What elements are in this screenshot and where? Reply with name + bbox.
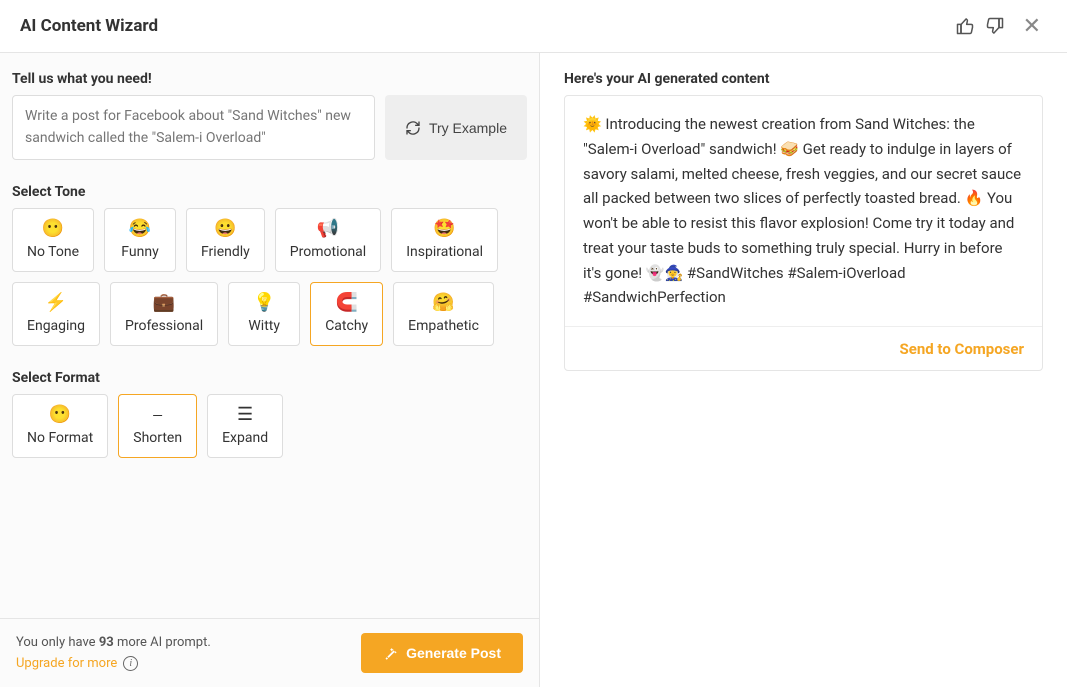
tone-section-label: Select Tone (12, 184, 527, 200)
tone-label: Inspirational (406, 244, 483, 260)
feedback-thumbs (951, 12, 1009, 40)
tone-label: Engaging (27, 318, 85, 334)
info-icon: i (123, 656, 138, 671)
try-example-button[interactable]: Try Example (385, 95, 527, 160)
format-option-expand[interactable]: ☰ Expand (207, 394, 283, 458)
tone-option-professional[interactable]: 💼 Professional (110, 282, 218, 346)
tone-option-empathetic[interactable]: 🤗 Empathetic (393, 282, 494, 346)
upgrade-label: Upgrade for more (16, 656, 117, 671)
prompt-count: 93 (99, 635, 114, 650)
format-label: Shorten (133, 430, 182, 446)
tone-label: Friendly (201, 244, 250, 260)
tone-option-engaging[interactable]: ⚡ Engaging (12, 282, 100, 346)
tone-emoji: ⚡ (45, 294, 67, 312)
tone-emoji: 🤩 (433, 220, 455, 238)
prompt-count-suffix: more AI prompt. (114, 635, 211, 650)
send-to-composer-button[interactable]: Send to Composer (900, 340, 1024, 358)
format-grid: 😶 No Format ⎯ Shorten ☰ Expand (12, 394, 527, 458)
try-example-label: Try Example (429, 120, 507, 136)
tone-option-friendly[interactable]: 😀 Friendly (186, 208, 265, 272)
tone-emoji: 📢 (317, 220, 339, 238)
generate-post-button[interactable]: Generate Post (361, 633, 523, 673)
page-title: AI Content Wizard (20, 16, 158, 36)
close-icon[interactable]: ✕ (1017, 15, 1047, 37)
tone-label: Witty (248, 318, 280, 334)
tone-grid: 😶 No Tone 😂 Funny 😀 Friendly 📢 Promotional 🤩 Insp… (12, 208, 527, 346)
tone-emoji: 🧲 (335, 294, 357, 312)
tone-option-funny[interactable]: 😂 Funny (104, 208, 176, 272)
tone-emoji: 😶 (42, 220, 64, 238)
tone-label: Funny (121, 244, 158, 260)
right-panel: Here's your AI generated content 🌞 Intro… (540, 53, 1067, 687)
thumbs-up-icon[interactable] (951, 12, 979, 40)
prompt-label: Tell us what you need! (12, 71, 527, 87)
format-emoji: 😶 (49, 406, 71, 424)
format-option-shorten[interactable]: ⎯ Shorten (118, 394, 197, 458)
upgrade-link[interactable]: Upgrade for more i (16, 656, 138, 671)
tone-emoji: 💡 (253, 294, 275, 312)
thumbs-down-icon[interactable] (981, 12, 1009, 40)
tone-emoji: 😂 (129, 220, 151, 238)
prompt-count-info: You only have 93 more AI prompt. (16, 635, 211, 650)
tone-label: Empathetic (408, 318, 479, 334)
format-label: Expand (222, 430, 268, 446)
output-box: 🌞 Introducing the newest creation from S… (564, 95, 1043, 371)
tone-option-promotional[interactable]: 📢 Promotional (275, 208, 381, 272)
tone-option-witty[interactable]: 💡 Witty (228, 282, 300, 346)
left-panel: Tell us what you need! Try Example Selec… (0, 53, 540, 687)
tone-label: No Tone (27, 244, 79, 260)
generate-label: Generate Post (406, 645, 501, 661)
wand-icon (383, 646, 398, 661)
format-emoji: ⎯ (153, 406, 162, 424)
tone-option-inspirational[interactable]: 🤩 Inspirational (391, 208, 498, 272)
tone-label: Professional (125, 318, 203, 334)
tone-option-no-tone[interactable]: 😶 No Tone (12, 208, 94, 272)
output-label: Here's your AI generated content (564, 71, 1043, 87)
output-content: 🌞 Introducing the newest creation from S… (565, 96, 1042, 326)
tone-option-catchy[interactable]: 🧲 Catchy (310, 282, 383, 346)
tone-label: Catchy (325, 318, 368, 334)
format-emoji: ☰ (237, 406, 253, 424)
format-section-label: Select Format (12, 370, 527, 386)
tone-emoji: 🤗 (432, 294, 454, 312)
tone-emoji: 💼 (153, 294, 175, 312)
tone-label: Promotional (290, 244, 366, 260)
bottom-bar: You only have 93 more AI prompt. Upgrade… (0, 618, 539, 687)
prompt-count-prefix: You only have (16, 635, 99, 650)
prompt-input[interactable] (12, 95, 375, 160)
refresh-icon (405, 120, 421, 136)
header-bar: AI Content Wizard ✕ (0, 0, 1067, 53)
header-actions: ✕ (951, 12, 1047, 40)
tone-emoji: 😀 (214, 220, 236, 238)
main-content: Tell us what you need! Try Example Selec… (0, 53, 1067, 687)
format-label: No Format (27, 430, 93, 446)
format-option-no-format[interactable]: 😶 No Format (12, 394, 108, 458)
